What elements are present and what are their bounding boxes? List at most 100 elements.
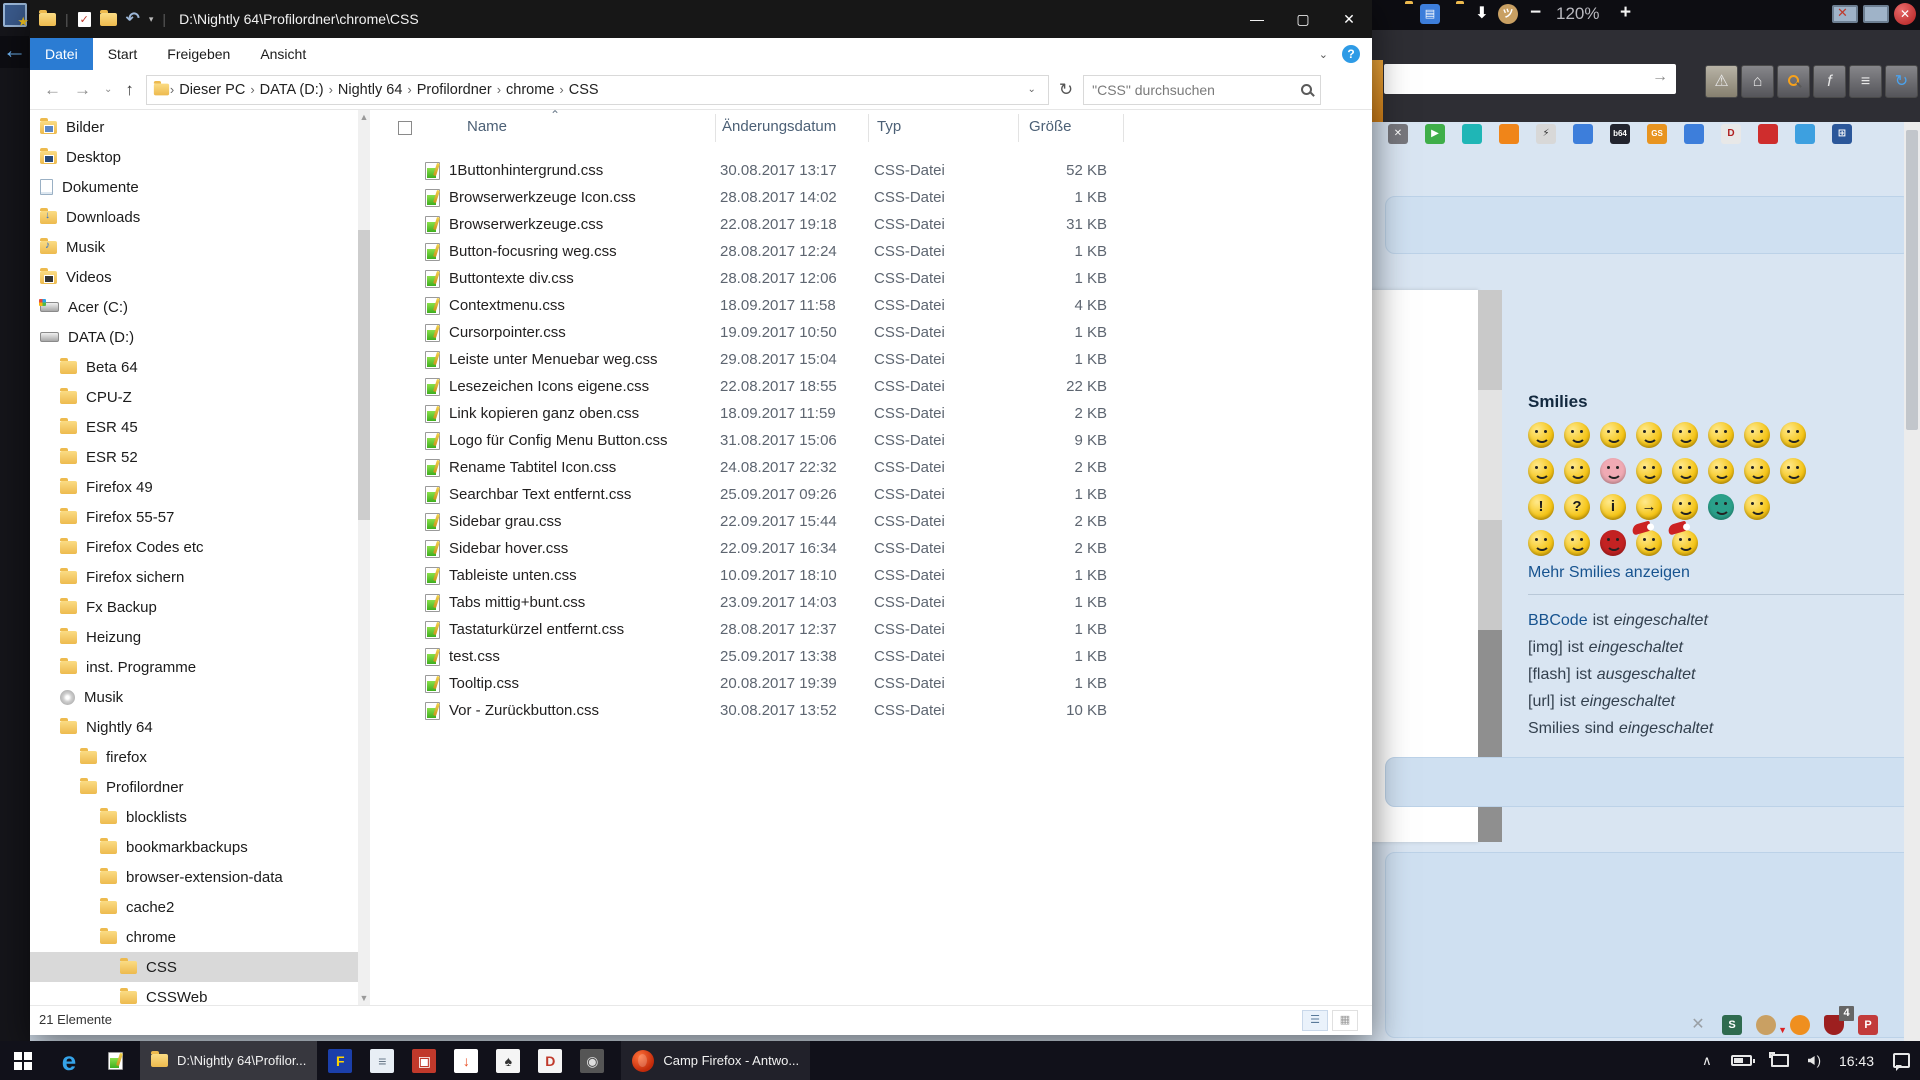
smiley-smile-icon[interactable]	[1564, 422, 1590, 448]
cards-icon[interactable]: ♠	[487, 1041, 529, 1080]
more-smilies-link[interactable]: Mehr Smilies anzeigen	[1528, 564, 1912, 582]
file-row-cursorpointer-css[interactable]: Cursorpointer.css19.09.2017 10:50CSS-Dat…	[370, 319, 1372, 346]
smiley-arrow-icon[interactable]: →	[1636, 494, 1662, 520]
address-dropdown-icon[interactable]: ⌄	[1022, 84, 1042, 95]
browser-close-button[interactable]: ✕	[1894, 3, 1916, 25]
minimize-button[interactable]: —	[1234, 0, 1280, 38]
smiley-grin-icon[interactable]	[1528, 422, 1554, 448]
file-row-lesezeichen-icons-eigene-css[interactable]: Lesezeichen Icons eigene.css22.08.2017 1…	[370, 373, 1372, 400]
tab-ansicht[interactable]: Ansicht	[245, 38, 321, 70]
smiley-blush-icon[interactable]	[1600, 458, 1626, 484]
p-addon-icon[interactable]: P	[1858, 1015, 1878, 1035]
windows-panels-icon[interactable]: ▤	[1420, 4, 1440, 24]
file-row-leiste-unter-menuebar-weg-css[interactable]: Leiste unter Menuebar weg.css29.08.2017 …	[370, 346, 1372, 373]
back-button[interactable]: ←	[44, 80, 61, 100]
sidebar-item-browser-extension-data[interactable]: browser-extension-data	[30, 862, 358, 892]
file-row-vor-zur-ckbutton-css[interactable]: Vor - Zurückbutton.css30.08.2017 13:52CS…	[370, 697, 1372, 724]
fox-icon[interactable]	[1790, 1015, 1810, 1035]
edge-icon[interactable]: e	[46, 1041, 92, 1080]
sidebar-item-firefox-codes-etc[interactable]: Firefox Codes etc	[30, 532, 358, 562]
flash-addon-icon[interactable]: ⚡	[1536, 124, 1556, 144]
smiley-ugeek-icon[interactable]	[1528, 530, 1554, 556]
sidebar-item-acer-c[interactable]: Acer (C:)	[30, 292, 358, 322]
d-addon-icon[interactable]: D	[1721, 124, 1741, 144]
sidebar-item-downloads[interactable]: Downloads	[30, 202, 358, 232]
smiley-razz-icon[interactable]	[1564, 458, 1590, 484]
zoom-out-button[interactable]: −	[1530, 2, 1541, 24]
tab-freigeben[interactable]: Freigeben	[152, 38, 245, 70]
smiley-laugh-icon[interactable]	[1636, 422, 1662, 448]
file-row-rename-tabtitel-icon-css[interactable]: Rename Tabtitel Icon.css24.08.2017 22:32…	[370, 454, 1372, 481]
breadcrumb-nightly-64[interactable]: Nightly 64	[333, 82, 407, 98]
down-arrow-icon[interactable]: ↓	[445, 1041, 487, 1080]
flash-icon[interactable]: f	[1813, 65, 1846, 98]
smiley-mad-icon[interactable]	[1528, 458, 1554, 484]
file-row-contextmenu-css[interactable]: Contextmenu.css18.09.2017 11:58CSS-Datei…	[370, 292, 1372, 319]
history-dropdown-icon[interactable]: ⌄	[104, 84, 112, 95]
sidebar-item-esr-52[interactable]: ESR 52	[30, 442, 358, 472]
breadcrumb-data-d[interactable]: DATA (D:)	[255, 82, 329, 98]
sidebar-scrollbar[interactable]: ▲ ▼	[358, 110, 370, 1005]
smiley-lol-icon[interactable]	[1780, 422, 1806, 448]
smiley-santa-wink-icon[interactable]	[1636, 530, 1662, 556]
tab-datei[interactable]: Datei	[30, 38, 93, 70]
smiley-wave-icon[interactable]	[1744, 494, 1770, 520]
action-center-icon[interactable]	[1893, 1053, 1910, 1068]
s-addon-icon[interactable]: S	[1722, 1015, 1742, 1035]
file-row-logo-f-r-config-menu-button-css[interactable]: Logo für Config Menu Button.css31.08.201…	[370, 427, 1372, 454]
breadcrumb-profilordner[interactable]: Profilordner	[412, 82, 497, 98]
file-row-buttontexte-div-css[interactable]: Buttontexte div.css28.08.2017 12:06CSS-D…	[370, 265, 1372, 292]
smiley-mrgreen-icon[interactable]	[1708, 494, 1734, 520]
app-d-icon[interactable]: D	[529, 1041, 571, 1080]
file-row-browserwerkzeuge-icon-css[interactable]: Browserwerkzeuge Icon.css28.08.2017 14:0…	[370, 184, 1372, 211]
camera-icon[interactable]: ◉	[571, 1041, 613, 1080]
help-icon[interactable]: ?	[1342, 45, 1360, 63]
close-button[interactable]: ✕	[1326, 0, 1372, 38]
shield-icon[interactable]: 4	[1824, 1015, 1844, 1035]
details-view-button[interactable]: ☰	[1302, 1010, 1328, 1031]
task-firefox[interactable]: Camp Firefox - Antwo...	[621, 1041, 810, 1080]
sidebar-item-chrome[interactable]: chrome	[30, 922, 358, 952]
sidebar-item-fx-backup[interactable]: Fx Backup	[30, 592, 358, 622]
smiley-brows-icon[interactable]	[1564, 530, 1590, 556]
folder-icon[interactable]	[39, 13, 56, 26]
sidebar-item-cssweb[interactable]: CSSWeb	[30, 982, 358, 1005]
select-all-checkbox[interactable]	[398, 121, 412, 135]
list-icon[interactable]: ≡	[1849, 65, 1882, 98]
smiley-sad-icon[interactable]	[1600, 422, 1626, 448]
refresh-icon[interactable]: ↻	[1885, 65, 1918, 98]
sidebar-item-cache2[interactable]: cache2	[30, 892, 358, 922]
tab-start[interactable]: Start	[93, 38, 153, 70]
sidebar-item-bookmarkbackups[interactable]: bookmarkbackups	[30, 832, 358, 862]
sidebar-item-firefox-55-57[interactable]: Firefox 55-57	[30, 502, 358, 532]
search-box[interactable]: "CSS" durchsuchen	[1083, 75, 1321, 105]
undo-icon[interactable]: ↶	[126, 12, 140, 26]
b64-addon-icon[interactable]: b64	[1610, 124, 1630, 144]
sidebar-item-profilordner[interactable]: Profilordner	[30, 772, 358, 802]
sidebar-item-dokumente[interactable]: Dokumente	[30, 172, 358, 202]
sidebar-item-blocklists[interactable]: blocklists	[30, 802, 358, 832]
start-button[interactable]	[0, 1041, 46, 1080]
bookmark-window-icon[interactable]	[3, 3, 27, 27]
sidebar-item-musik[interactable]: Musik	[30, 232, 358, 262]
properties-check-icon[interactable]	[78, 12, 91, 27]
file-row-tastaturk-rzel-entfernt-css[interactable]: Tastaturkürzel entfernt.css28.08.2017 12…	[370, 616, 1372, 643]
broom-icon[interactable]: ⚠	[1705, 65, 1738, 98]
network-icon[interactable]	[1771, 1054, 1789, 1067]
sidebar-item-bilder[interactable]: Bilder	[30, 112, 358, 142]
file-row-sidebar-grau-css[interactable]: Sidebar grau.css22.09.2017 15:44CSS-Date…	[370, 508, 1372, 535]
bbcode-link[interactable]: BBCode	[1528, 612, 1588, 629]
win-addon-icon[interactable]: ⊞	[1832, 124, 1852, 144]
sidebar-item-musik[interactable]: Musik	[30, 682, 358, 712]
back-arrow-icon[interactable]: ←	[0, 36, 29, 68]
session-monitor-x-icon[interactable]	[1832, 5, 1858, 23]
sidebar-item-cpu-z[interactable]: CPU-Z	[30, 382, 358, 412]
file-row-tooltip-css[interactable]: Tooltip.css20.08.2017 19:39CSS-Datei1 KB	[370, 670, 1372, 697]
smiley-cry-icon[interactable]	[1636, 458, 1662, 484]
play-addon-icon[interactable]: ▶	[1425, 124, 1445, 144]
sidebar-item-css[interactable]: CSS	[30, 952, 358, 982]
smiley-devil-icon[interactable]	[1600, 530, 1626, 556]
red-addon-icon[interactable]	[1758, 124, 1778, 144]
task-explorer[interactable]: D:\Nightly 64\Profilor...	[140, 1041, 317, 1080]
file-row-button-focusring-weg-css[interactable]: Button-focusring weg.css28.08.2017 12:24…	[370, 238, 1372, 265]
